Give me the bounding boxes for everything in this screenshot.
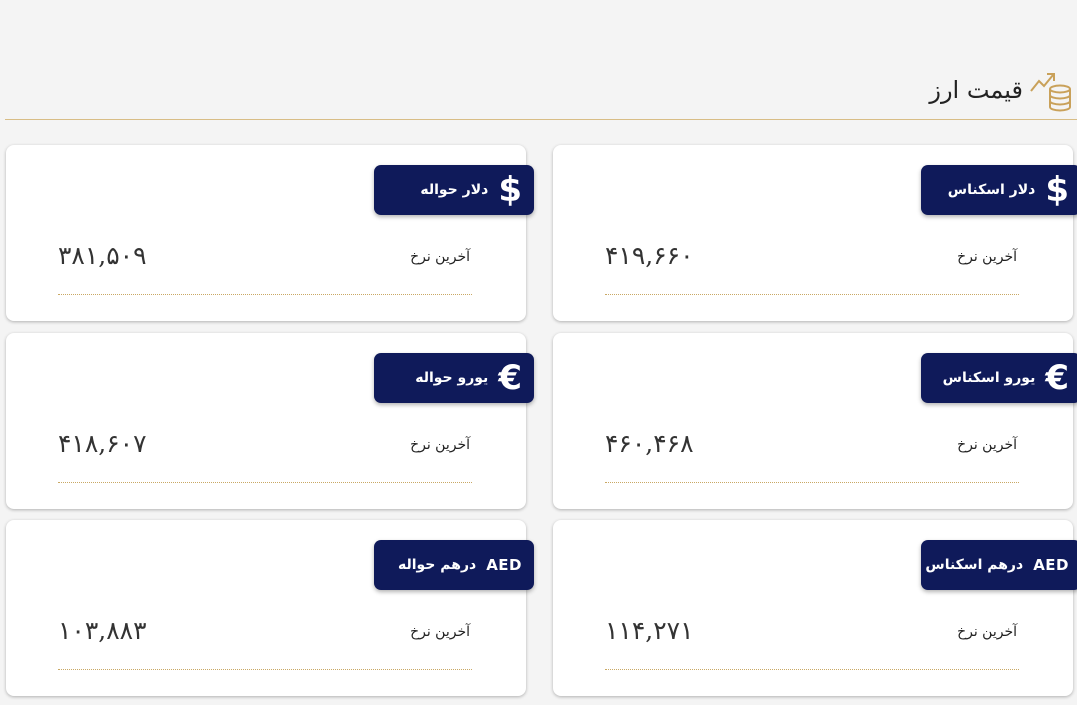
rate-value: ۴۶۰,۴۶۸: [605, 429, 694, 458]
aed-icon: AED: [486, 555, 522, 574]
currency-badge[interactable]: € یورو حواله: [374, 353, 534, 403]
rate-value: ۴۱۹,۶۶۰: [605, 241, 694, 270]
dotted-divider: [58, 294, 472, 295]
dollar-icon: $: [1045, 170, 1069, 210]
rate-label: آخرین نرخ: [957, 437, 1017, 453]
rate-value: ۱۱۴,۲۷۱: [605, 616, 694, 645]
rate-value: ۴۱۸,۶۰۷: [58, 429, 147, 458]
rate-label: آخرین نرخ: [410, 249, 470, 265]
dollar-icon: $: [498, 170, 522, 210]
aed-icon: AED: [1033, 555, 1069, 574]
page-title: قیمت ارز: [929, 76, 1023, 104]
currency-label: درهم اسکناس: [925, 557, 1024, 573]
currency-card-dirham-cash[interactable]: AED درهم اسکناس آخرین نرخ ۱۱۴,۲۷۱: [553, 520, 1077, 696]
currency-label: دلار اسکناس: [947, 182, 1036, 198]
rate-value: ۳۸۱,۵۰۹: [58, 241, 147, 270]
dotted-divider: [605, 482, 1019, 483]
euro-icon: €: [1045, 358, 1069, 398]
dotted-divider: [605, 669, 1019, 670]
header-divider: [5, 119, 1077, 120]
euro-icon: €: [498, 358, 522, 398]
currency-label: یورو اسکناس: [942, 370, 1036, 386]
currency-card-euro-cash[interactable]: € یورو اسکناس آخرین نرخ ۴۶۰,۴۶۸: [553, 333, 1077, 509]
currency-card-dollar-transfer[interactable]: $ دلار حواله آخرین نرخ ۳۸۱,۵۰۹: [6, 145, 534, 321]
currency-card-euro-transfer[interactable]: € یورو حواله آخرین نرخ ۴۱۸,۶۰۷: [6, 333, 534, 509]
rate-label: آخرین نرخ: [957, 624, 1017, 640]
rate-label: آخرین نرخ: [410, 437, 470, 453]
currency-badge[interactable]: AED درهم اسکناس: [921, 540, 1077, 590]
currency-label: یورو حواله: [415, 370, 489, 386]
dotted-divider: [58, 482, 472, 483]
currency-badge[interactable]: AED درهم حواله: [374, 540, 534, 590]
currency-card-dollar-cash[interactable]: $ دلار اسکناس آخرین نرخ ۴۱۹,۶۶۰: [553, 145, 1077, 321]
currency-label: دلار حواله: [420, 182, 489, 198]
dotted-divider: [58, 669, 472, 670]
dotted-divider: [605, 294, 1019, 295]
currency-badge[interactable]: $ دلار اسکناس: [921, 165, 1077, 215]
coins-trend-icon: [1030, 73, 1071, 112]
rate-label: آخرین نرخ: [957, 249, 1017, 265]
rate-value: ۱۰۳,۸۸۳: [58, 616, 147, 645]
currency-label: درهم حواله: [397, 557, 477, 573]
section-header: قیمت ارز: [929, 62, 1075, 118]
currency-badge[interactable]: $ دلار حواله: [374, 165, 534, 215]
currency-card-dirham-transfer[interactable]: AED درهم حواله آخرین نرخ ۱۰۳,۸۸۳: [6, 520, 534, 696]
rate-label: آخرین نرخ: [410, 624, 470, 640]
currency-badge[interactable]: € یورو اسکناس: [921, 353, 1077, 403]
